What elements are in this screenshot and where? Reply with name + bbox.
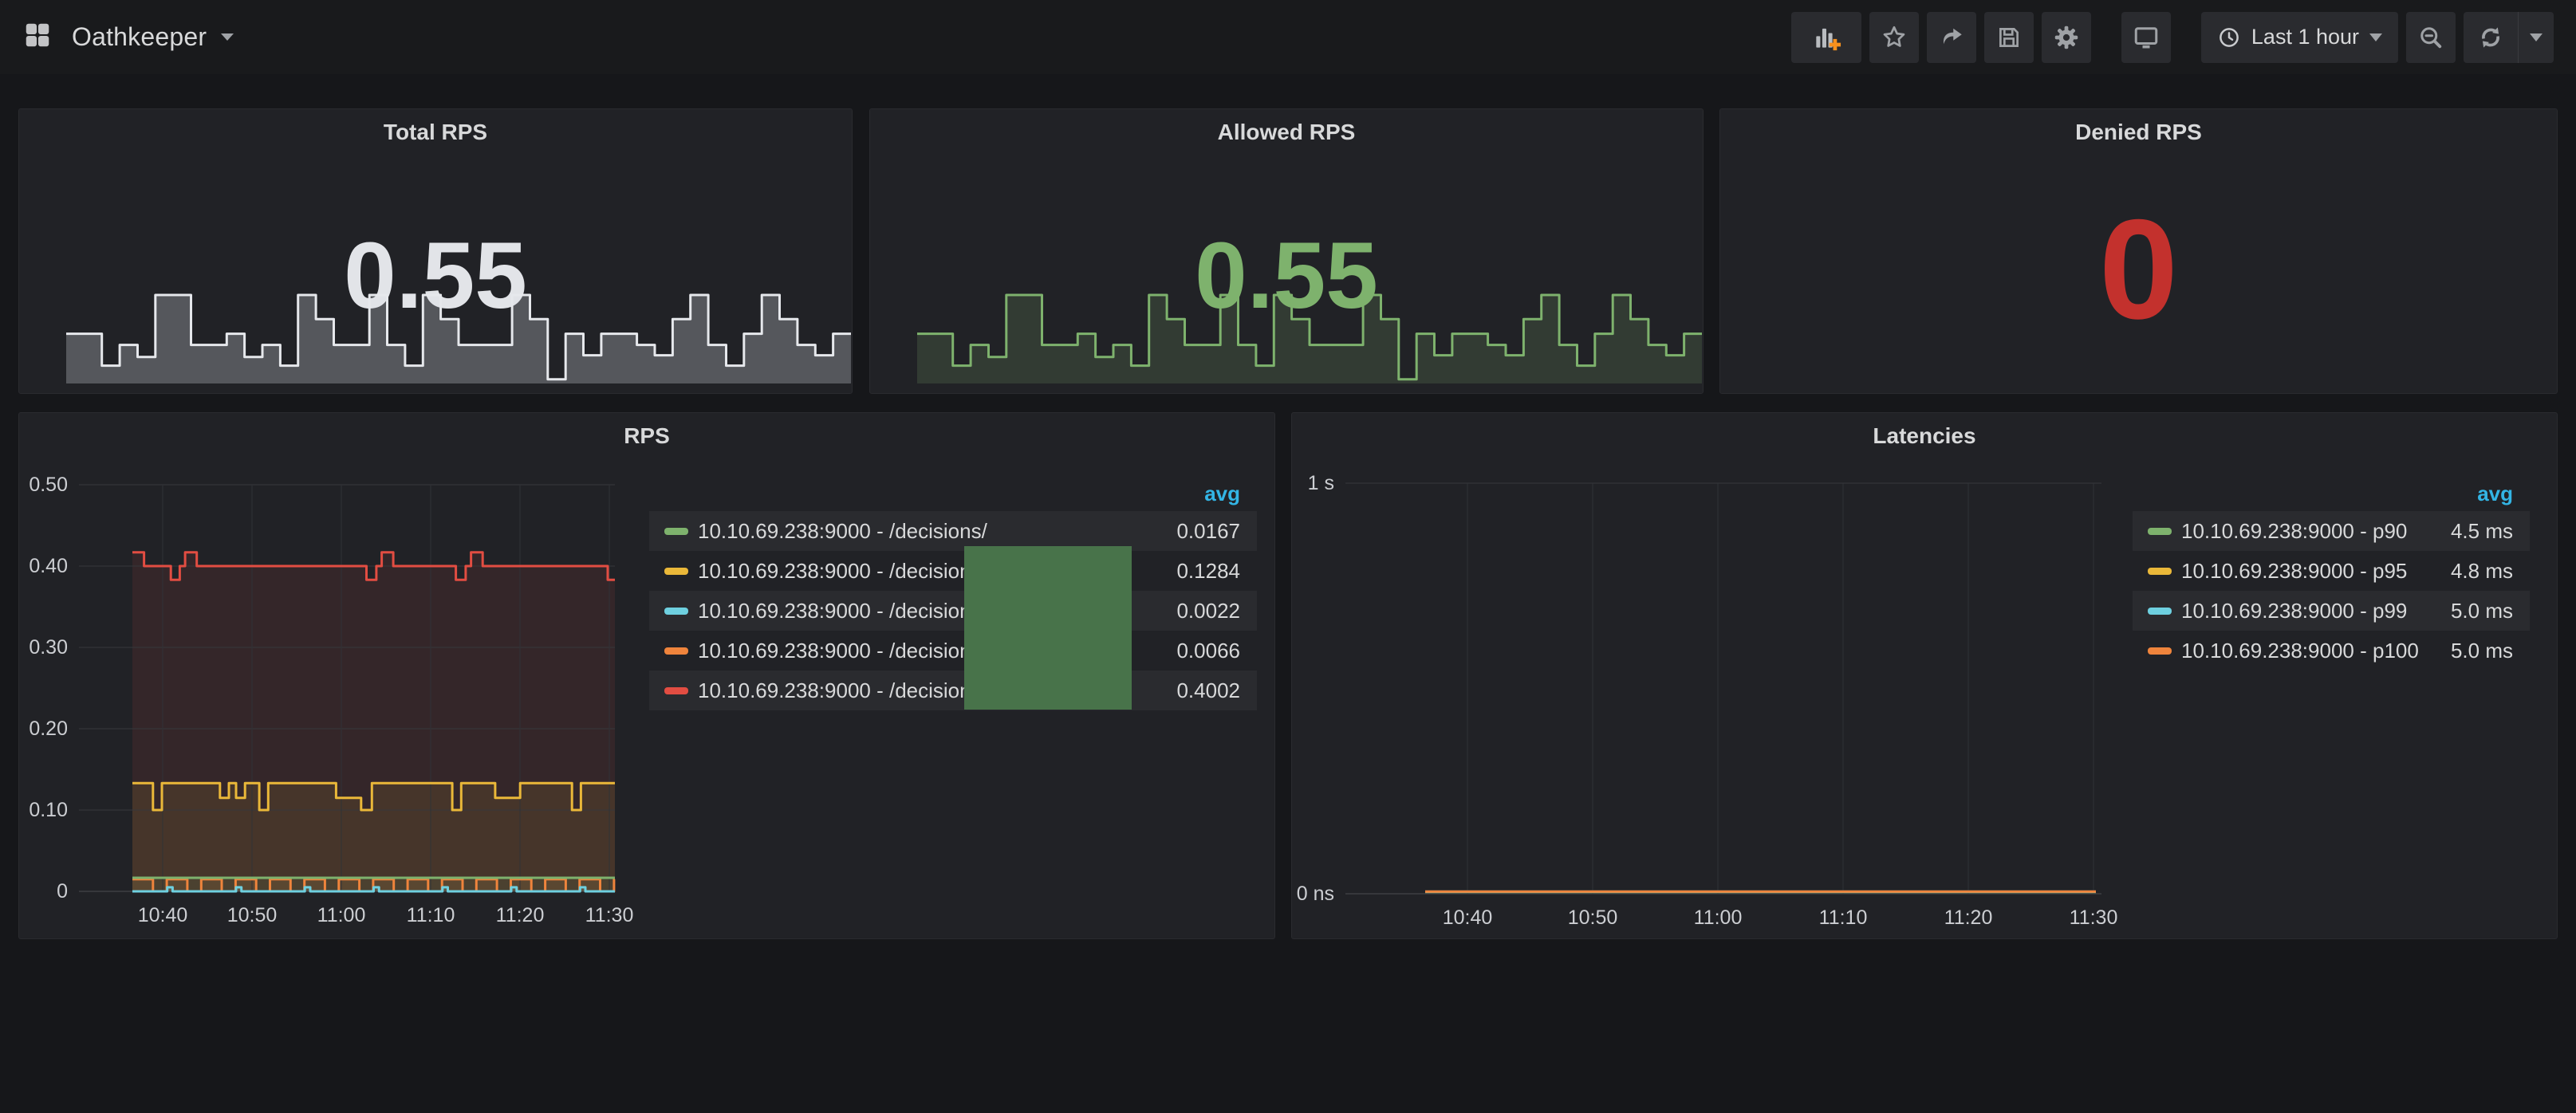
legend-row: 10.10.69.238:9000 - p99 5.0 ms <box>2133 591 2530 631</box>
panel-title[interactable]: Total RPS <box>19 120 852 145</box>
legend-series-label[interactable]: 10.10.69.238:9000 - p95 <box>2181 559 2407 584</box>
legend-row: 10.10.69.238:9000 - /decisions/ 0.0022 <box>649 591 1257 631</box>
add-panel-button[interactable] <box>1791 12 1861 63</box>
legend-series-swatch[interactable] <box>664 687 688 694</box>
x-tick-label: 11:00 <box>1694 907 1743 930</box>
x-tick-label: 10:50 <box>1568 907 1618 930</box>
legend-series-value: 0.0022 <box>1176 599 1257 623</box>
legend-row: 10.10.69.238:9000 - /decisions/ 0.0066 <box>649 631 1257 671</box>
dashboard-title-caret-icon[interactable] <box>221 33 234 41</box>
legend-series-swatch[interactable] <box>664 568 688 575</box>
legend-series-value: 5.0 ms <box>2451 599 2530 623</box>
panel-total-rps: Total RPS 0.55 <box>18 108 853 394</box>
legend-series-swatch[interactable] <box>664 608 688 615</box>
legend-series-value: 4.5 ms <box>2451 519 2530 544</box>
stat-value: 0 <box>1720 199 2557 340</box>
x-tick-label: 10:40 <box>1443 907 1493 930</box>
legend-series-label[interactable]: 10.10.69.238:9000 - p90 <box>2181 519 2407 544</box>
sparkline <box>917 290 1702 383</box>
y-tick-label: 0.20 <box>19 718 68 741</box>
legend: 10.10.69.238:9000 - /decisions/ 0.0167 1… <box>649 511 1257 710</box>
legend-series-swatch[interactable] <box>664 528 688 535</box>
legend-row: 10.10.69.238:9000 - /decisions/ 0.4002 <box>649 671 1257 710</box>
share-button[interactable] <box>1927 12 1976 63</box>
legend-series-label[interactable]: 10.10.69.238:9000 - p100 <box>2181 639 2419 663</box>
legend-series-swatch[interactable] <box>2148 608 2172 615</box>
panel-latencies-graph: Latencies avg 10.10.69.238:9000 - p90 4.… <box>1291 412 2558 939</box>
legend-series-label[interactable]: 10.10.69.238:9000 - /decisions/ <box>698 519 987 544</box>
panel-title[interactable]: Allowed RPS <box>870 120 1703 145</box>
legend-series-value: 5.0 ms <box>2451 639 2530 663</box>
y-tick-label: 0.10 <box>19 799 68 822</box>
refresh-button <box>2464 12 2554 63</box>
navbar-actions: Last 1 hour <box>1791 12 2554 63</box>
legend-series-label[interactable]: 10.10.69.238:9000 - /decisions/ <box>698 559 987 584</box>
y-tick-label: 0 ns <box>1292 883 1334 906</box>
x-tick-label: 11:30 <box>585 904 634 927</box>
panel-allowed-rps: Allowed RPS 0.55 <box>869 108 1704 394</box>
star-button[interactable] <box>1869 12 1919 63</box>
legend-series-value: 0.1284 <box>1176 559 1257 584</box>
time-range-caret-icon <box>2369 33 2382 41</box>
dashboard-title[interactable]: Oathkeeper <box>72 22 207 52</box>
legend-series-swatch[interactable] <box>2148 568 2172 575</box>
cycle-view-button[interactable] <box>2121 12 2171 63</box>
legend-row: 10.10.69.238:9000 - p95 4.8 ms <box>2133 551 2530 591</box>
navbar: Oathkeeper <box>0 0 2576 74</box>
x-tick-label: 11:10 <box>407 904 455 927</box>
refresh-interval-dropdown[interactable] <box>2518 12 2554 63</box>
clock-icon <box>2217 26 2241 49</box>
legend-header[interactable]: avg <box>2133 482 2530 509</box>
refresh-now-button[interactable] <box>2464 12 2518 63</box>
legend-series-swatch[interactable] <box>664 647 688 655</box>
x-tick-label: 11:00 <box>317 904 366 927</box>
legend-row: 10.10.69.238:9000 - /decisions/ 0.1284 <box>649 551 1257 591</box>
legend-series-value: 0.0066 <box>1176 639 1257 663</box>
legend-series-value: 0.0167 <box>1176 519 1257 544</box>
legend-series-label[interactable]: 10.10.69.238:9000 - /decisions/ <box>698 599 987 623</box>
dashboard: Oathkeeper <box>0 0 2576 1113</box>
legend-series-label[interactable]: 10.10.69.238:9000 - p99 <box>2181 599 2407 623</box>
legend-row: 10.10.69.238:9000 - /decisions/ 0.0167 <box>649 511 1257 551</box>
zoom-out-button[interactable] <box>2406 12 2456 63</box>
x-tick-label: 11:20 <box>496 904 545 927</box>
legend: 10.10.69.238:9000 - p90 4.5 ms 10.10.69.… <box>2133 511 2530 671</box>
x-tick-label: 10:40 <box>138 904 188 927</box>
x-tick-label: 11:20 <box>1944 907 1993 930</box>
panel-title[interactable]: Denied RPS <box>1720 120 2557 145</box>
dashboard-grid-icon[interactable] <box>22 20 53 54</box>
settings-button[interactable] <box>2042 12 2091 63</box>
legend-series-swatch[interactable] <box>2148 647 2172 655</box>
series-fill-1 <box>132 783 615 891</box>
legend-row: 10.10.69.238:9000 - p100 5.0 ms <box>2133 631 2530 671</box>
x-tick-label: 10:50 <box>227 904 278 927</box>
legend-series-value: 4.8 ms <box>2451 559 2530 584</box>
legend-series-label[interactable]: 10.10.69.238:9000 - /decisions/ <box>698 639 987 663</box>
legend-series-swatch[interactable] <box>2148 528 2172 535</box>
x-tick-label: 11:30 <box>2070 907 2118 930</box>
panel-denied-rps: Denied RPS 0 <box>1719 108 2558 394</box>
legend-header[interactable]: avg <box>649 482 1257 509</box>
y-tick-label: 0.50 <box>19 474 68 497</box>
sparkline <box>66 290 851 383</box>
legend-series-value: 0.4002 <box>1176 678 1257 703</box>
save-button[interactable] <box>1984 12 2034 63</box>
x-tick-label: 11:10 <box>1819 907 1868 930</box>
legend-series-label[interactable]: 10.10.69.238:9000 - /decisions/ <box>698 678 987 703</box>
legend-row: 10.10.69.238:9000 - p90 4.5 ms <box>2133 511 2530 551</box>
time-range-button[interactable]: Last 1 hour <box>2201 12 2398 63</box>
panel-rps-graph: RPS avg 10.10.69.238:9000 - /decisions/ … <box>18 412 1275 939</box>
y-tick-label: 0.40 <box>19 555 68 578</box>
y-tick-label: 1 s <box>1292 472 1334 495</box>
refresh-caret-icon <box>2530 33 2543 41</box>
dashboard-title-group[interactable]: Oathkeeper <box>22 20 234 54</box>
time-range-label: Last 1 hour <box>2251 25 2359 49</box>
y-tick-label: 0.30 <box>19 636 68 659</box>
legend-overlay-box <box>964 546 1132 710</box>
y-tick-label: 0 <box>19 880 68 903</box>
